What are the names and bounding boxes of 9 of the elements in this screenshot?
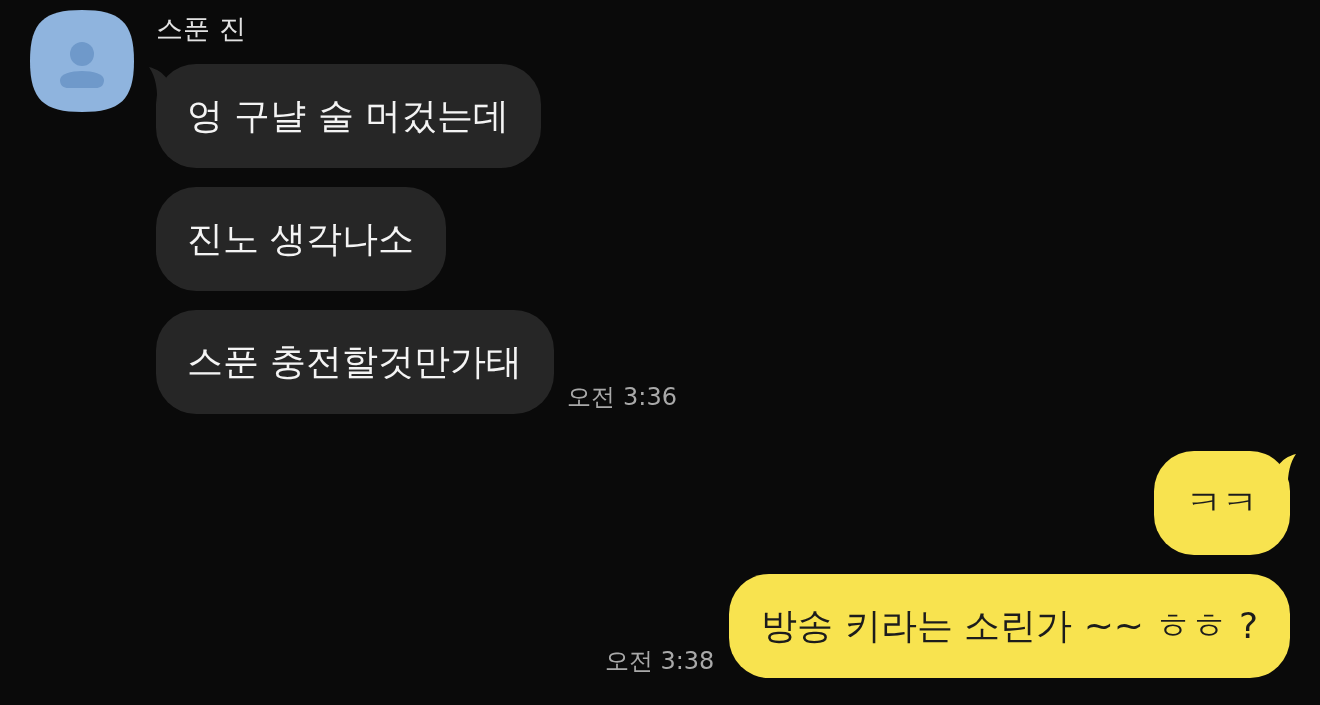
person-avatar-icon[interactable] bbox=[30, 10, 134, 112]
sender-name: 스푼 진 bbox=[156, 13, 246, 45]
sent-message: 방송 키라는 소린가 ~~ ㅎㅎ ? bbox=[729, 574, 1290, 678]
message-time: 오전 3:36 bbox=[567, 382, 677, 413]
received-message: 엉 구냘 술 머겄는데 bbox=[149, 64, 542, 168]
message-time: 오전 3:38 bbox=[604, 646, 715, 677]
received-message: 스푼 충전할것만가태 bbox=[156, 310, 555, 414]
received-message: 진노 생각나소 bbox=[156, 187, 447, 291]
sent-message: ㅋㅋ bbox=[1154, 451, 1296, 555]
